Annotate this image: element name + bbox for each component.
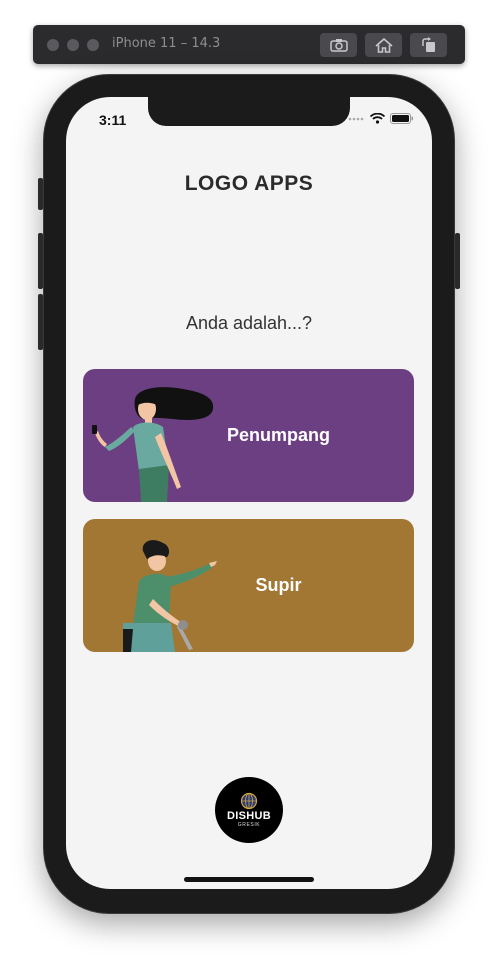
globe-emblem-icon — [240, 792, 258, 810]
simulator-title: iPhone 11 – 14.3 — [112, 36, 221, 51]
status-time: 3:11 — [99, 112, 127, 128]
volume-down-button — [38, 294, 43, 350]
rotate-icon — [421, 37, 435, 52]
rotate-button[interactable] — [410, 33, 447, 57]
status-icons — [348, 113, 414, 124]
silent-switch — [38, 178, 43, 210]
home-button[interactable] — [365, 33, 402, 57]
driver-option-label: Supir — [255, 575, 302, 595]
home-icon — [374, 37, 393, 53]
notch — [148, 97, 350, 126]
close-window-button[interactable] — [47, 39, 59, 51]
phone-screen: 3:11 LOGO APPS Anda adalah...? Penumpang… — [66, 97, 432, 889]
dishub-logo: DISHUB GRESIK — [215, 777, 283, 843]
driver-option-card[interactable]: Supir — [83, 519, 414, 652]
wifi-icon — [370, 113, 385, 124]
minimize-window-button[interactable] — [67, 39, 79, 51]
power-button — [455, 233, 460, 289]
home-indicator[interactable] — [184, 877, 314, 882]
signal-icon — [348, 117, 364, 120]
battery-icon — [390, 113, 413, 124]
screenshot-icon — [329, 39, 348, 52]
role-question: Anda adalah...? — [185, 313, 313, 333]
simulator-toolbar: iPhone 11 – 14.3 — [33, 25, 465, 64]
zoom-window-button[interactable] — [87, 39, 99, 51]
app-title: LOGO APPS — [184, 172, 314, 195]
passenger-option-card[interactable]: Penumpang — [83, 369, 414, 502]
passenger-option-label: Penumpang — [226, 425, 330, 445]
logo-subtext: GRESIK — [237, 822, 261, 828]
screenshot-button[interactable] — [320, 33, 357, 57]
volume-up-button — [38, 233, 43, 289]
logo-text: DISHUB — [227, 810, 271, 822]
